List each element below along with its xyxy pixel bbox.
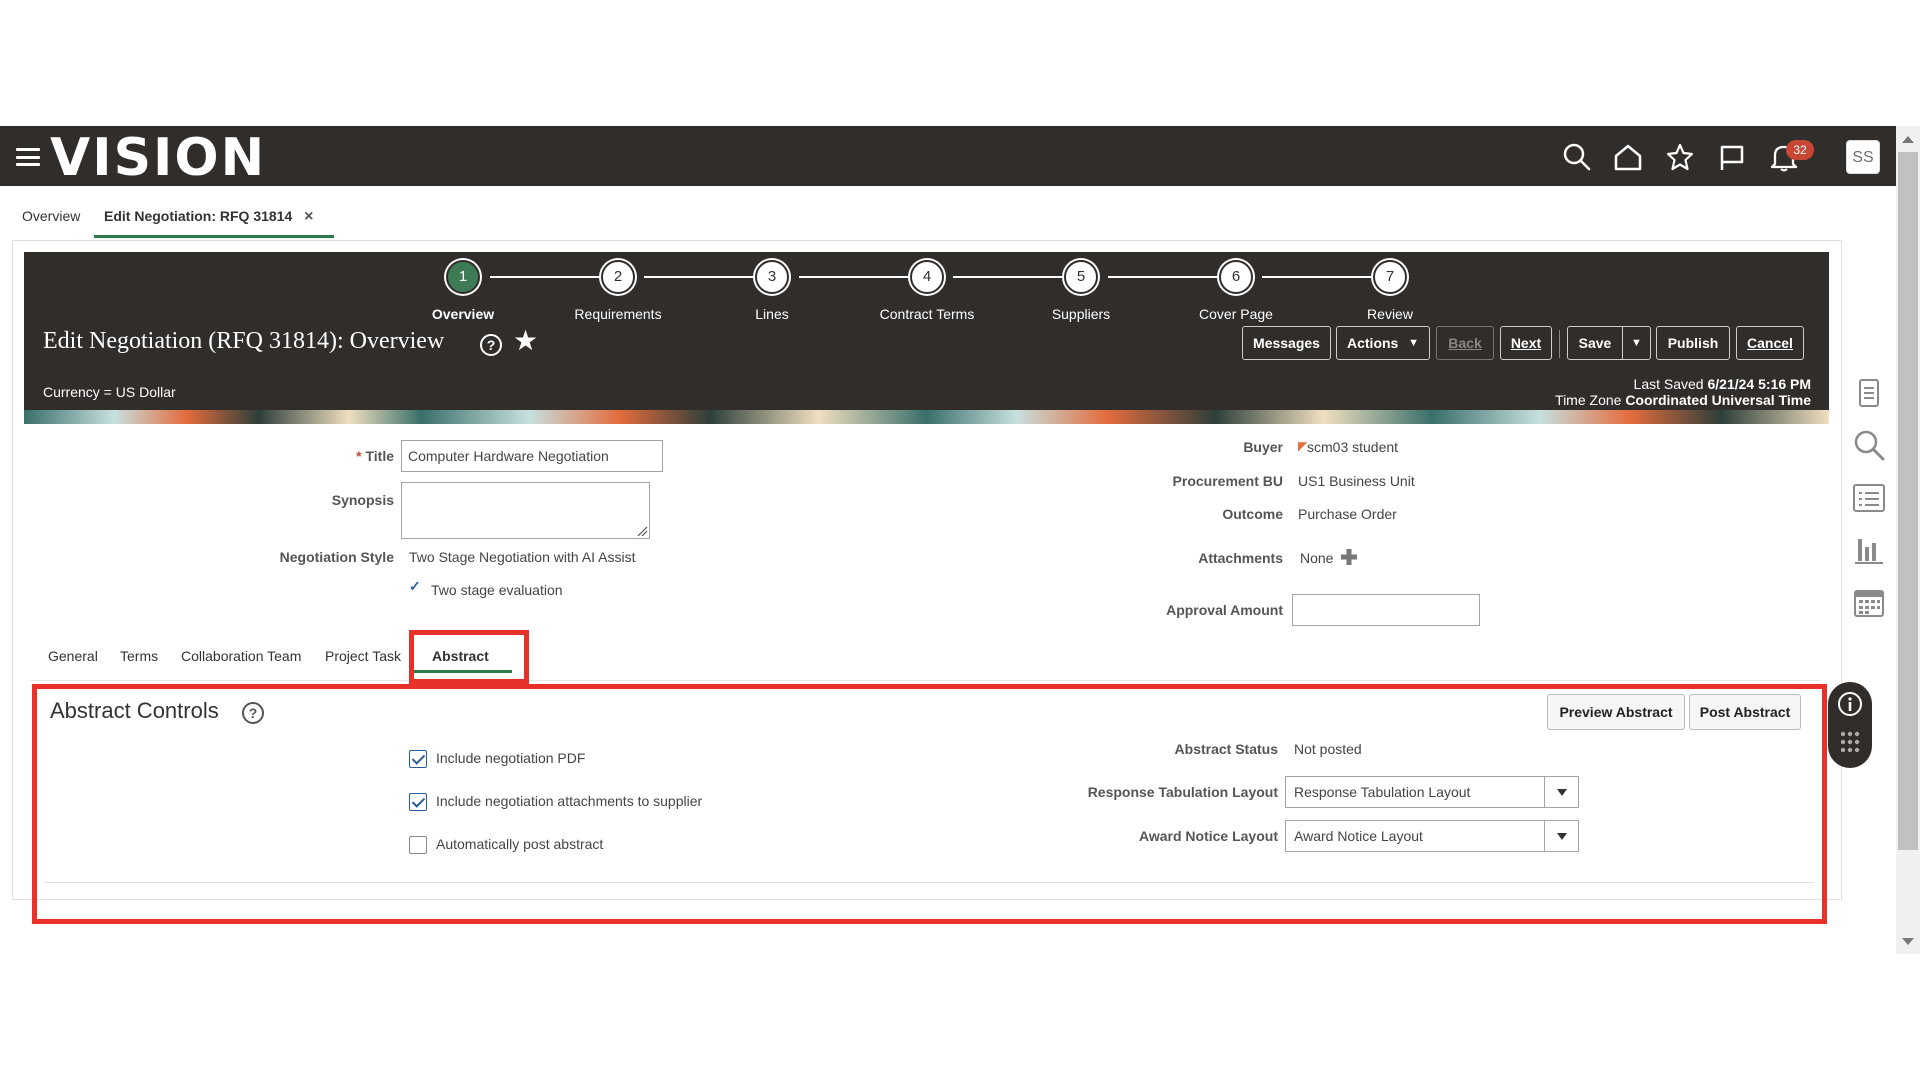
buyer-label: Buyer: [1243, 439, 1283, 455]
save-dropdown-chevron-icon[interactable]: ▼: [1622, 326, 1651, 360]
last-saved-label: Last Saved: [1633, 376, 1704, 392]
chevron-down-icon: ▼: [1408, 337, 1419, 349]
info-assistant-widget[interactable]: [1828, 682, 1872, 768]
back-button[interactable]: Back: [1436, 326, 1494, 360]
actions-label: Actions: [1347, 335, 1399, 351]
negotiation-style-value: Two Stage Negotiation with AI Assist: [409, 549, 636, 565]
buyer-value[interactable]: scm03 student: [1307, 439, 1398, 455]
train-step-label-contract-terms[interactable]: Contract Terms: [857, 306, 997, 322]
highlight-abstract-tab: [409, 630, 529, 684]
train-connector: [799, 276, 919, 278]
close-tab-icon[interactable]: ×: [304, 208, 313, 225]
train-connector: [1108, 276, 1228, 278]
two-stage-evaluation-label: Two stage evaluation: [431, 582, 563, 598]
scrollbar-thumb[interactable]: [1898, 152, 1918, 850]
outcome-value: Purchase Order: [1298, 506, 1397, 522]
bar-chart-icon[interactable]: [1852, 533, 1886, 567]
highlight-abstract-controls: [32, 684, 1827, 924]
train-connector: [1262, 276, 1382, 278]
train-step-7[interactable]: 7: [1373, 260, 1407, 294]
toolbar-separator: [1559, 330, 1560, 358]
outcome-label: Outcome: [1222, 506, 1283, 522]
page-title: Edit Negotiation (RFQ 31814): Overview: [43, 328, 445, 354]
scroll-down-arrow-icon[interactable]: [1902, 938, 1914, 945]
subtab-project-task[interactable]: Project Task: [325, 648, 403, 664]
procurement-bu-value: US1 Business Unit: [1298, 473, 1415, 489]
train-step-4[interactable]: 4: [910, 260, 944, 294]
search-icon[interactable]: [1562, 142, 1592, 172]
grip-dots-icon[interactable]: [1838, 730, 1862, 758]
attachments-label: Attachments: [1198, 550, 1283, 566]
tab-edit-negotiation[interactable]: Edit Negotiation: RFQ 31814 ×: [94, 200, 334, 238]
train-step-3[interactable]: 3: [755, 260, 789, 294]
subtab-terms[interactable]: Terms: [120, 648, 158, 664]
decorative-banner: [24, 410, 1829, 424]
process-train-header: 1 2 3 4 5 6 7 Overview Requirements Line…: [24, 252, 1829, 424]
tab-edit-negotiation-label: Edit Negotiation: RFQ 31814: [104, 208, 293, 224]
save-button[interactable]: Save: [1567, 326, 1623, 360]
add-attachment-icon[interactable]: [1340, 548, 1358, 566]
messages-button[interactable]: Messages: [1242, 326, 1331, 360]
last-saved-info: Last Saved 6/21/24 5:16 PM Time Zone Coo…: [1555, 376, 1811, 408]
tab-overview[interactable]: Overview: [22, 200, 80, 238]
calendar-icon[interactable]: [1852, 585, 1886, 619]
train-step-label-overview[interactable]: Overview: [393, 306, 533, 322]
next-button[interactable]: Next: [1500, 326, 1552, 360]
next-button-label: Next: [1510, 335, 1542, 351]
favorites-star-icon[interactable]: [1665, 142, 1695, 172]
cancel-button-label: Cancel: [1747, 335, 1793, 351]
subtab-collaboration-team[interactable]: Collaboration Team: [181, 648, 301, 664]
resize-handle-icon[interactable]: [636, 525, 648, 537]
title-label-text: Title: [365, 448, 394, 464]
notification-count-badge: 32: [1786, 140, 1814, 160]
info-icon[interactable]: [1837, 691, 1863, 717]
tab-divider: [30, 680, 1820, 681]
train-step-label-lines[interactable]: Lines: [702, 306, 842, 322]
home-icon[interactable]: [1613, 142, 1643, 172]
train-step-label-suppliers[interactable]: Suppliers: [1011, 306, 1151, 322]
train-step-label-cover-page[interactable]: Cover Page: [1166, 306, 1306, 322]
user-avatar[interactable]: SS: [1846, 140, 1880, 174]
search-panel-icon[interactable]: [1852, 428, 1886, 462]
synopsis-label: Synopsis: [331, 492, 394, 508]
favorite-star-icon[interactable]: ★: [513, 326, 538, 356]
title-input[interactable]: Computer Hardware Negotiation: [401, 440, 663, 472]
scroll-up-arrow-icon[interactable]: [1902, 136, 1914, 143]
help-icon[interactable]: ?: [480, 334, 502, 356]
approval-amount-input[interactable]: [1292, 594, 1480, 626]
last-saved-value: 6/21/24 5:16 PM: [1707, 376, 1811, 392]
synopsis-textarea[interactable]: [401, 482, 650, 539]
app-logo[interactable]: VISION: [50, 130, 266, 186]
time-zone-label: Time Zone: [1555, 392, 1622, 408]
train-connector: [490, 276, 610, 278]
train-step-label-requirements[interactable]: Requirements: [548, 306, 688, 322]
train-connector: [644, 276, 764, 278]
negotiation-style-label: Negotiation Style: [279, 549, 394, 565]
train-step-6[interactable]: 6: [1219, 260, 1253, 294]
subtab-general[interactable]: General: [48, 648, 98, 664]
flag-icon[interactable]: [1717, 142, 1747, 172]
document-icon[interactable]: [1852, 376, 1886, 410]
back-button-label: Back: [1448, 335, 1482, 351]
currency-label: Currency = US Dollar: [43, 384, 176, 400]
publish-button[interactable]: Publish: [1656, 326, 1730, 360]
train-step-5[interactable]: 5: [1064, 260, 1098, 294]
procurement-bu-label: Procurement BU: [1172, 473, 1283, 489]
list-icon[interactable]: [1852, 481, 1886, 515]
buyer-flag-icon: ◤: [1298, 439, 1308, 453]
title-field-label: * Title: [300, 448, 394, 464]
checkmark-icon: ✓: [409, 578, 421, 594]
menu-icon[interactable]: [16, 148, 40, 166]
cancel-button[interactable]: Cancel: [1736, 326, 1804, 360]
train-step-1[interactable]: 1: [446, 260, 480, 294]
time-zone-value: Coordinated Universal Time: [1625, 392, 1811, 408]
train-connector: [953, 276, 1073, 278]
approval-amount-label: Approval Amount: [1166, 602, 1283, 618]
train-step-label-review[interactable]: Review: [1320, 306, 1460, 322]
train-step-2[interactable]: 2: [601, 260, 635, 294]
global-header: VISION: [0, 126, 1920, 186]
attachments-value: None: [1300, 550, 1334, 566]
required-indicator: *: [356, 448, 362, 464]
actions-menu-button[interactable]: Actions ▼: [1336, 326, 1430, 360]
